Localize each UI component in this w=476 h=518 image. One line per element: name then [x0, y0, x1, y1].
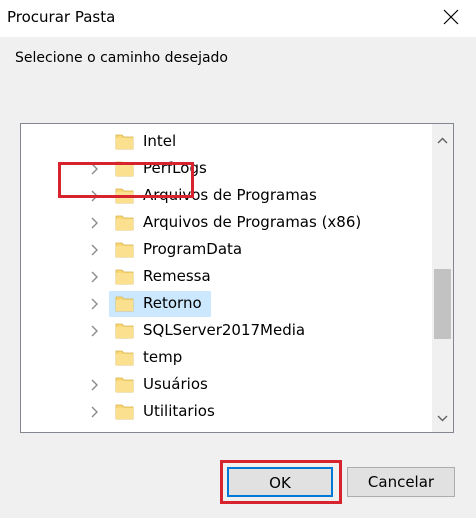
tree-item[interactable]: Remessa — [21, 264, 431, 290]
tree-item-label: temp — [143, 348, 183, 366]
tree-item-label: Remessa — [143, 267, 211, 285]
folder-icon — [115, 213, 134, 232]
folder-icon — [115, 240, 134, 259]
scroll-thumb[interactable] — [434, 269, 451, 339]
chevron-right-icon[interactable] — [89, 215, 101, 231]
folder-icon — [115, 348, 134, 367]
tree-item[interactable]: Arquivos de Programas (x86) — [21, 210, 431, 236]
instruction-text: Selecione o caminho desejado — [15, 50, 229, 66]
tree-item-label: Utilitarios — [143, 402, 215, 420]
tree-item[interactable]: Usuários — [21, 372, 431, 398]
highlight-box-ok — [220, 460, 342, 504]
tree-item[interactable]: Intel — [21, 129, 431, 155]
title-bar: Procurar Pasta — [0, 0, 476, 37]
chevron-right-icon[interactable] — [89, 377, 101, 393]
tree-item-label: ProgramData — [143, 240, 243, 258]
folder-icon — [115, 375, 134, 394]
chevron-right-icon[interactable] — [89, 296, 101, 312]
close-icon[interactable] — [440, 6, 462, 28]
cancel-button[interactable]: Cancelar — [347, 467, 455, 497]
tree-item[interactable]: SQLServer2017Media — [21, 318, 431, 344]
tree-item[interactable]: ProgramData — [21, 237, 431, 263]
scroll-down-icon[interactable] — [432, 408, 453, 428]
tree-item[interactable]: Retorno — [21, 291, 431, 317]
tree-item-label: Arquivos de Programas (x86) — [143, 213, 362, 231]
chevron-right-icon[interactable] — [89, 404, 101, 420]
tree-item[interactable]: Utilitarios — [21, 399, 431, 425]
folder-icon — [115, 402, 134, 421]
tree-item-label: Usuários — [143, 375, 208, 393]
scroll-up-icon[interactable] — [432, 131, 453, 151]
tree-item-label: Retorno — [143, 294, 202, 312]
highlight-box-retorno — [58, 162, 194, 198]
tree-item-label: SQLServer2017Media — [143, 321, 306, 339]
folder-icon — [115, 267, 134, 286]
tree-item[interactable]: temp — [21, 345, 431, 371]
folder-icon — [115, 294, 134, 313]
folder-icon — [115, 132, 134, 151]
chevron-right-icon[interactable] — [89, 269, 101, 285]
chevron-right-icon[interactable] — [89, 242, 101, 258]
folder-icon — [115, 321, 134, 340]
tree-item-label: Intel — [143, 132, 177, 150]
window-title: Procurar Pasta — [7, 8, 116, 26]
vertical-scrollbar[interactable] — [432, 124, 453, 432]
chevron-right-icon[interactable] — [89, 323, 101, 339]
